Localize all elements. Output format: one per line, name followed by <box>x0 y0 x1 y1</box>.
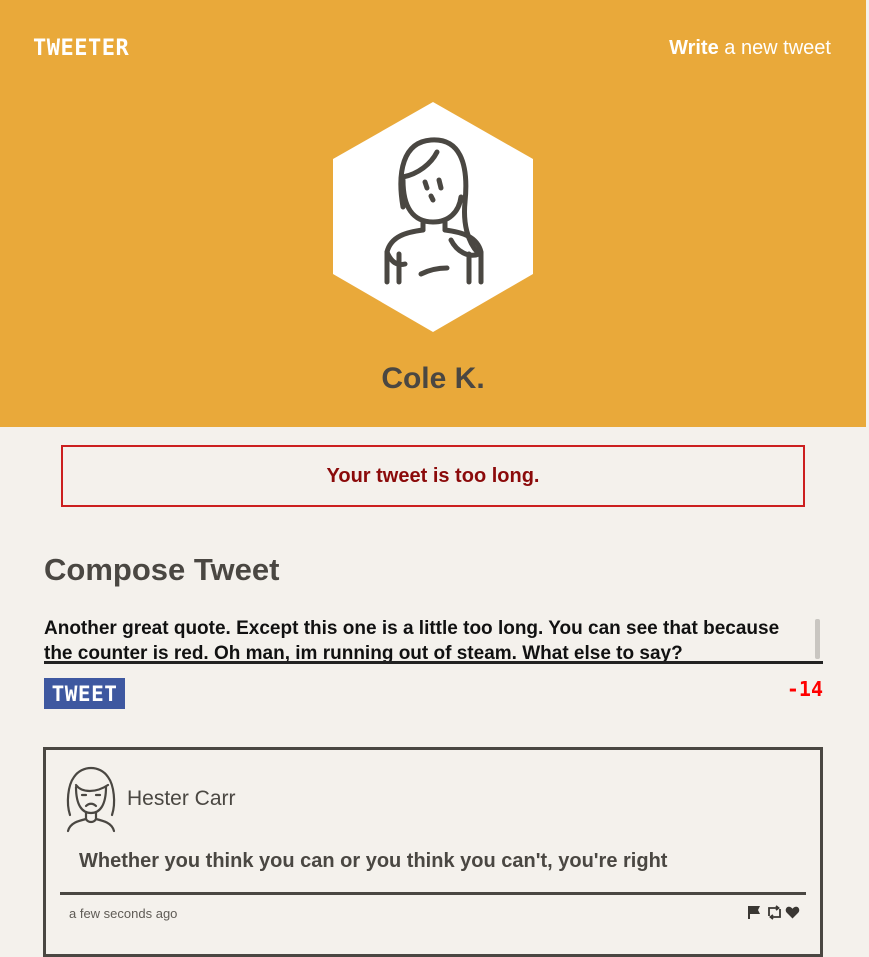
profile-name: Cole K. <box>381 362 485 395</box>
tweet-divider <box>60 892 806 895</box>
profile-header: TWEETER Write a new tweet Cole K. <box>0 0 866 427</box>
sad-woman-avatar-icon <box>66 766 116 833</box>
retweet-icon[interactable] <box>766 905 781 920</box>
compose-title: Compose Tweet <box>44 552 280 587</box>
tweet-author-avatar <box>64 763 118 833</box>
woman-avatar-icon <box>333 102 533 332</box>
heart-icon[interactable] <box>785 905 800 920</box>
tweet-author-name: Hester Carr <box>127 787 236 810</box>
error-message: Your tweet is too long. <box>61 445 805 507</box>
write-link-rest: a new tweet <box>718 37 831 59</box>
flag-icon[interactable] <box>747 905 762 920</box>
write-tweet-link[interactable]: Write a new tweet <box>669 37 831 60</box>
app-logo[interactable]: TWEETER <box>33 36 129 61</box>
profile-avatar <box>333 102 533 332</box>
compose-tweet-input[interactable]: Another great quote. Except this one is … <box>44 616 823 664</box>
character-counter: -14 <box>786 677 823 701</box>
tweet-card: Hester Carr Whether you think you can or… <box>43 747 823 957</box>
compose-scrollbar[interactable] <box>815 619 820 659</box>
tweet-button[interactable]: TWEET <box>44 678 125 709</box>
tweet-text: Whether you think you can or you think y… <box>79 850 668 872</box>
write-link-bold: Write <box>669 37 719 59</box>
tweet-actions <box>747 905 800 920</box>
tweet-timestamp: a few seconds ago <box>69 906 178 921</box>
